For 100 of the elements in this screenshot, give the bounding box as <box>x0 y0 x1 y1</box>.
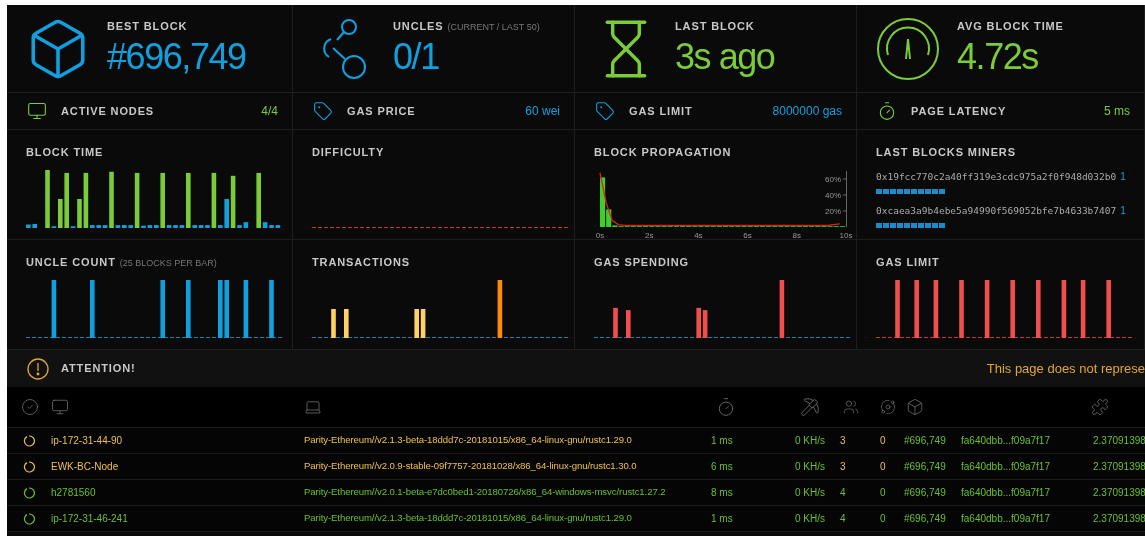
hashrate: 0 KH/s <box>795 486 826 500</box>
axis-label: 6s <box>743 230 752 239</box>
stat-value: #696,749 <box>107 34 246 79</box>
node-row[interactable]: ip-172-31-44-90 Parity-Ethereum//v2.1.3-beta-18ddd7c-20181015/x86_64-linux-gnu/rustc1.29.0 1 ms 0 KH/s 3 0 #696,749 fa640dbb...f09a7f17 2.37091398 <box>7 428 1145 454</box>
hashrate: 0 KH/s <box>795 434 826 448</box>
chart-bar <box>984 279 990 338</box>
block-count: 1 <box>1120 169 1126 184</box>
miner-address: 0xcaea3a9b4ebe5a94990f569052bfe7b4633b7407 <box>876 203 1117 218</box>
panel-title: DIFFICULTY <box>312 145 385 160</box>
chart-bar <box>613 307 618 338</box>
stat-note: (CURRENT / LAST 50) <box>447 21 540 35</box>
peers: 3 <box>840 460 847 474</box>
stat-value: 5 ms <box>1104 103 1130 120</box>
chart-bar <box>497 279 503 338</box>
latency: 8 ms <box>711 486 734 500</box>
latency: 1 ms <box>711 434 734 448</box>
chart-bar <box>160 279 165 338</box>
alert-icon <box>27 357 49 380</box>
block-number: #696,749 <box>904 434 947 448</box>
puzzle-icon <box>1091 398 1109 416</box>
status-icon <box>23 512 35 525</box>
hashrate: 0 KH/s <box>795 512 826 526</box>
axis-label: 60% <box>825 174 841 184</box>
table-cell-text: 2.37091398 <box>1093 460 1145 474</box>
node-row[interactable]: h2781560 Parity-Ethereum//v2.0.1-beta-e7dc0bed1-20180726/x86_64-windows-msvc/rustc1.27.2 8 ms 0 KH/s 4 0 #696,749 fa640dbb...f09a7f17 2.37091398 <box>7 480 1145 506</box>
panel-title: BLOCK PROPAGATION <box>594 145 732 160</box>
peers: 3 <box>840 434 847 448</box>
status-icon <box>23 460 35 473</box>
client-version: Parity-Ethereum//v2.1.3-beta-18ddd7c-20181015/x86_64-linux-gnu/rustc1.29.0 <box>304 433 633 448</box>
stat-value: 0/1 <box>393 34 440 79</box>
block-number: #696,749 <box>904 512 947 526</box>
node-name: EWK-BC-Node <box>51 460 120 474</box>
stat-value: 8000000 gas <box>772 103 842 120</box>
stopwatch-icon <box>877 101 897 121</box>
chart-bar <box>1010 279 1015 338</box>
chart-bar <box>269 279 274 338</box>
panel-title: GAS LIMIT <box>876 255 940 270</box>
panel-title: GAS SPENDING <box>594 255 689 270</box>
stat-value: 60 wei <box>525 103 560 120</box>
people-icon <box>843 399 859 415</box>
client-version: Parity-Ethereum//v2.1.3-beta-18ddd7c-20181015/x86_64-linux-gnu/rustc1.29.0 <box>304 511 633 526</box>
check-circle-icon <box>21 398 39 416</box>
block-hash: fa640dbb...f09a7f17 <box>961 460 1051 474</box>
tag-icon <box>595 101 615 121</box>
chart-bar <box>331 308 336 338</box>
chart-bar <box>914 279 919 338</box>
axis-label: 0s <box>595 230 605 239</box>
chart-bar <box>933 279 939 338</box>
stat-label: LAST BLOCK <box>675 19 755 35</box>
axis-label: 20% <box>825 206 841 216</box>
peers: 4 <box>840 512 847 526</box>
node-row[interactable]: EWK-BC-Node Parity-Ethereum//v2.0.9-stable-09f7757-20181028/x86_64-linux-gnu/rustc1.30.0 6 ms 0 KH/s 3 0 #696,749 fa640dbb...f09a7f17 2.37091398 <box>7 454 1145 480</box>
node-name: ip-172-31-46-241 <box>51 512 129 526</box>
axis-label: 10s <box>839 230 853 239</box>
axis-label: 2s <box>644 230 654 239</box>
laptop-icon <box>304 398 322 416</box>
stat-label: GAS PRICE <box>347 103 416 119</box>
pickaxe-icon <box>800 397 820 417</box>
pending-count: 0 <box>880 486 887 500</box>
table-cell-text: 2.37091398 <box>1093 512 1145 526</box>
pending-count: 0 <box>880 512 887 526</box>
tag-icon <box>313 101 333 121</box>
panel-title: TRANSACTIONS <box>312 255 410 270</box>
table-cell-text: 2.37091398 <box>1093 486 1145 500</box>
stat-value: 4/4 <box>261 103 278 120</box>
status-icon <box>23 434 35 447</box>
latency: 6 ms <box>711 460 734 474</box>
node-row[interactable]: ip-172-31-46-241 Parity-Ethereum//v2.1.3-beta-18ddd7c-20181015/x86_64-linux-gnu/rustc1.29.0 1 ms 0 KH/s 4 0 #696,749 fa640dbb...f09a7f17 2.37091398 <box>7 506 1145 532</box>
stat-label: GAS LIMIT <box>629 103 693 119</box>
stat-label: BEST BLOCK <box>107 19 188 35</box>
hashrate: 0 KH/s <box>795 460 826 474</box>
status-icon <box>23 486 35 499</box>
stat-label: AVG BLOCK TIME <box>957 19 1064 35</box>
table-cell-text: 2.37091398 <box>1093 434 1145 448</box>
chart-bar <box>1106 279 1111 338</box>
chart-bar <box>1036 279 1041 338</box>
stat-label: PAGE LATENCY <box>911 103 1007 119</box>
peers: 4 <box>840 486 847 500</box>
block-squares-drawing <box>876 223 945 228</box>
stat-label: UNCLES <box>393 19 444 35</box>
planet-icon <box>880 399 896 415</box>
client-version: Parity-Ethereum//v2.0.9-stable-09f7757-20181028/x86_64-linux-gnu/rustc1.30.0 <box>304 459 638 474</box>
block-number: #696,749 <box>904 460 947 474</box>
client-version: Parity-Ethereum//v2.0.1-beta-e7dc0bed1-20180726/x86_64-windows-msvc/rustc1.27.2 <box>304 485 667 500</box>
chart-bar <box>186 279 191 338</box>
pending-count: 0 <box>880 434 887 448</box>
chart-bar <box>1080 279 1086 338</box>
axis-label: 8s <box>792 230 802 239</box>
cube-icon <box>906 398 924 416</box>
chart-bar <box>90 279 95 338</box>
stat-label: ACTIVE NODES <box>61 103 155 119</box>
miner-address: 0x19fcc770c2a40ff319e3cdc975a2f0f948d032b0 <box>876 169 1117 184</box>
pending-count: 0 <box>880 460 887 474</box>
block-squares-drawing <box>876 188 945 194</box>
chart-bar <box>51 279 57 338</box>
block-count: 1 <box>1120 203 1126 218</box>
latency: 1 ms <box>711 512 734 526</box>
chart-bar <box>344 308 349 338</box>
chart-bar <box>895 279 900 338</box>
block-hash: fa640dbb...f09a7f17 <box>961 434 1051 448</box>
